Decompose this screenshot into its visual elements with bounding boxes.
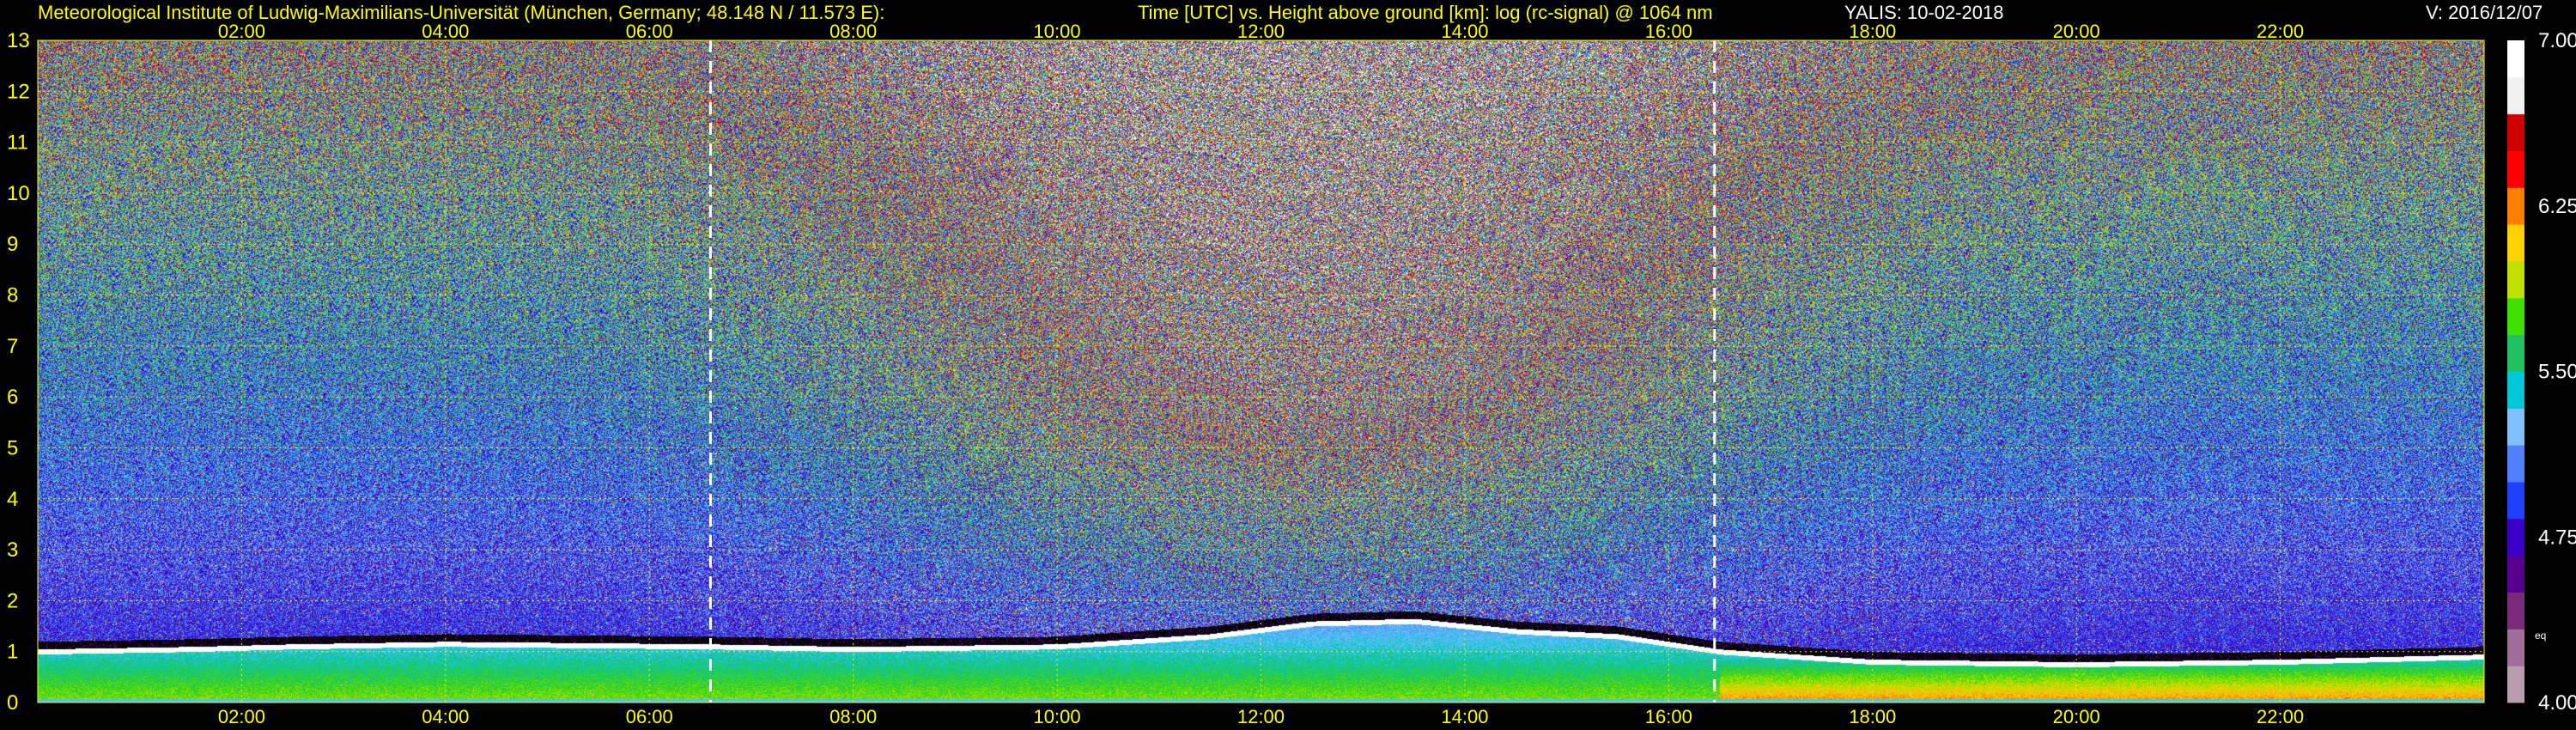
colorbar-tick-label: 5.50 xyxy=(2538,361,2576,384)
colorbar-tick-label: 4.00 xyxy=(2538,691,2576,715)
x-tick-label-top: 10:00 xyxy=(1034,21,1081,42)
colorbar-segment xyxy=(2507,555,2524,593)
y-tick-label: 9 xyxy=(7,233,18,256)
y-tick-label: 11 xyxy=(7,131,28,155)
plot-description: Time [UTC] vs. Height above ground [km]:… xyxy=(1138,2,1713,23)
colorbar-segment xyxy=(2507,113,2524,151)
x-tick-label-top: 20:00 xyxy=(2053,21,2100,42)
colorbar-segment xyxy=(2507,334,2524,372)
x-tick-label-bottom: 08:00 xyxy=(829,706,877,727)
colorbar-segment xyxy=(2507,371,2524,409)
y-tick-label: 8 xyxy=(7,284,18,307)
colorbar-segment xyxy=(2507,150,2524,188)
colorbar-segment xyxy=(2507,187,2524,225)
colorbar-segment xyxy=(2507,445,2524,483)
y-tick-label: 12 xyxy=(7,80,30,103)
x-tick-label-top: 22:00 xyxy=(2257,21,2304,42)
y-tick-label: 4 xyxy=(7,488,18,511)
colorbar-segment xyxy=(2507,408,2524,446)
chart-plot-area: 02:0002:0004:0004:0006:0006:0008:0008:00… xyxy=(7,21,2576,727)
colorbar-segment xyxy=(2507,76,2524,115)
colorbar-segment xyxy=(2507,297,2524,336)
y-tick-label: 7 xyxy=(7,335,18,358)
version-label: V: 2016/12/07 xyxy=(2426,2,2543,23)
colorbar-segment xyxy=(2507,666,2524,703)
y-tick-label: 10 xyxy=(7,182,30,205)
colorbar-segment xyxy=(2507,40,2524,78)
x-tick-label-bottom: 10:00 xyxy=(1034,706,1081,727)
y-tick-label: 6 xyxy=(7,386,18,409)
instrument-date: YALIS: 10-02-2018 xyxy=(1844,2,2004,23)
colorbar-tick-label: 6.25 xyxy=(2538,195,2576,218)
y-tick-label: 2 xyxy=(7,589,18,612)
colorbar-extra-label: eq xyxy=(2535,630,2546,642)
y-tick-label: 0 xyxy=(7,691,18,715)
colorbar-segment xyxy=(2507,261,2524,299)
x-tick-label-bottom: 22:00 xyxy=(2257,706,2304,727)
x-tick-label-bottom: 12:00 xyxy=(1237,706,1285,727)
institute-title: Meteorological Institute of Ludwig-Maxim… xyxy=(38,2,885,23)
y-tick-label: 5 xyxy=(7,436,18,459)
colorbar-tick-label: 4.75 xyxy=(2538,526,2576,549)
x-tick-label-bottom: 14:00 xyxy=(1441,706,1488,727)
colorbar-segment xyxy=(2507,224,2524,262)
colorbar-segment xyxy=(2507,518,2524,557)
y-tick-label: 3 xyxy=(7,538,18,562)
x-tick-label-bottom: 20:00 xyxy=(2053,706,2100,727)
colorbar-segment xyxy=(2507,629,2524,666)
x-tick-label-bottom: 16:00 xyxy=(1645,706,1692,727)
x-tick-label-bottom: 04:00 xyxy=(422,706,469,727)
colorbar-tick-label: 7.00 xyxy=(2538,29,2576,52)
x-tick-label-bottom: 06:00 xyxy=(626,706,673,727)
y-tick-label: 13 xyxy=(7,29,30,52)
x-tick-label-bottom: 18:00 xyxy=(1849,706,1896,727)
colorbar-segment xyxy=(2507,592,2524,630)
colorbar-segment xyxy=(2507,482,2524,520)
x-tick-label-bottom: 02:00 xyxy=(218,706,265,727)
y-tick-label: 1 xyxy=(7,641,18,664)
